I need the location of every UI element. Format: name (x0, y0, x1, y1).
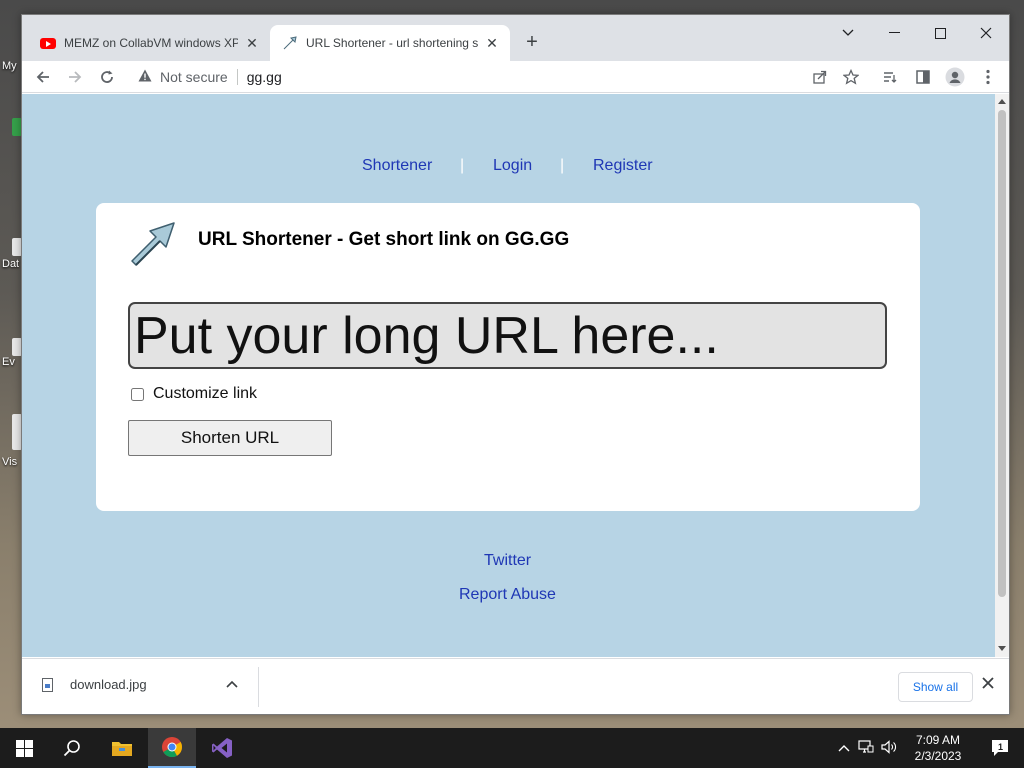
customize-link-checkbox[interactable] (131, 387, 144, 401)
desktop-icon-label[interactable]: My (2, 60, 17, 72)
start-button[interactable] (0, 728, 48, 768)
download-divider (258, 667, 259, 707)
notification-center-icon[interactable]: 1 (976, 728, 1024, 768)
browser-toolbar: Not secure gg.gg (22, 61, 1009, 93)
download-bar: download.jpg Show all (22, 658, 1009, 714)
maximize-button[interactable] (920, 19, 960, 47)
chevron-up-icon[interactable] (226, 677, 238, 691)
warning-icon[interactable] (138, 69, 152, 85)
page-heading: URL Shortener - Get short link on GG.GG (198, 229, 570, 250)
reading-list-icon[interactable] (878, 65, 902, 89)
share-icon[interactable] (808, 65, 832, 89)
chrome-taskbar-icon[interactable] (148, 728, 196, 768)
close-tab-icon[interactable]: ✕ (484, 35, 500, 51)
minimize-button[interactable] (874, 19, 914, 47)
nav-login-link[interactable]: Login (493, 157, 532, 175)
volume-icon[interactable] (881, 739, 897, 757)
browser-window: MEMZ on CollabVM windows XP ✕ URL Shorte… (21, 14, 1010, 715)
close-download-bar-icon[interactable] (982, 676, 994, 694)
bookmark-star-icon[interactable] (839, 65, 863, 89)
file-explorer-icon[interactable] (98, 728, 146, 768)
desktop-icon-label[interactable]: Ev (2, 356, 15, 368)
network-icon[interactable] (858, 739, 874, 757)
customize-link-option[interactable]: Customize link (131, 385, 257, 403)
address-bar[interactable]: Not secure gg.gg (132, 63, 872, 91)
page-scrollbar[interactable] (995, 94, 1009, 657)
tab-title: URL Shortener - url shortening se (306, 36, 478, 50)
new-tab-button[interactable]: + (520, 30, 544, 54)
menu-dots-icon[interactable] (976, 65, 1000, 89)
site-nav: Shortener | Login | Register (22, 157, 995, 179)
security-status[interactable]: Not secure (160, 69, 228, 85)
search-icon[interactable] (48, 728, 96, 768)
nav-shortener-link[interactable]: Shortener (362, 157, 432, 175)
show-all-downloads-button[interactable]: Show all (898, 672, 973, 702)
close-tab-icon[interactable]: ✕ (244, 35, 260, 51)
arrow-icon (282, 35, 298, 51)
desktop-icon-label[interactable]: Vis (2, 456, 17, 468)
chevron-up-icon[interactable] (838, 741, 850, 755)
page-viewport: Shortener | Login | Register URL Shorten… (22, 94, 1009, 657)
taskbar: 7:09 AM 2/3/2023 1 (0, 728, 1024, 768)
tab-search-icon[interactable] (828, 19, 868, 47)
close-window-button[interactable] (966, 19, 1006, 47)
shorten-url-button[interactable]: Shorten URL (128, 420, 332, 456)
youtube-icon (40, 35, 56, 51)
arrow-logo-icon (128, 219, 178, 269)
twitter-link[interactable]: Twitter (484, 552, 531, 570)
reload-button[interactable] (95, 65, 119, 89)
tab-strip: MEMZ on CollabVM windows XP ✕ URL Shorte… (22, 15, 1009, 61)
url-text[interactable]: gg.gg (247, 69, 282, 85)
scroll-up-arrow[interactable] (998, 99, 1006, 104)
clock-date: 2/3/2023 (914, 749, 962, 763)
notification-count: 1 (998, 742, 1004, 752)
visual-studio-icon[interactable] (198, 728, 246, 768)
download-file-name: download.jpg (70, 677, 147, 692)
image-file-icon (42, 677, 53, 692)
tab-url-shortener[interactable]: URL Shortener - url shortening se ✕ (270, 25, 510, 61)
taskbar-clock[interactable]: 7:09 AM 2/3/2023 (900, 732, 976, 764)
side-panel-icon[interactable] (911, 65, 935, 89)
forward-button[interactable] (63, 65, 87, 89)
nav-separator: | (460, 157, 465, 174)
desktop-icon-label[interactable]: Dat (2, 258, 19, 270)
report-abuse-link[interactable]: Report Abuse (459, 586, 556, 604)
nav-register-link[interactable]: Register (593, 157, 653, 175)
profile-avatar-icon[interactable] (943, 65, 967, 89)
download-item[interactable]: download.jpg (42, 677, 147, 692)
customize-link-label: Customize link (153, 385, 258, 402)
shortener-card: URL Shortener - Get short link on GG.GG … (96, 203, 920, 511)
tab-title: MEMZ on CollabVM windows XP (64, 36, 238, 50)
long-url-input[interactable] (128, 302, 887, 369)
omnibox-divider (236, 69, 238, 85)
scrollbar-thumb[interactable] (998, 110, 1006, 597)
back-button[interactable] (31, 65, 55, 89)
clock-time: 7:09 AM (915, 733, 961, 747)
scroll-down-arrow[interactable] (998, 646, 1006, 651)
tab-memz[interactable]: MEMZ on CollabVM windows XP ✕ (28, 25, 270, 61)
system-tray (838, 728, 897, 768)
nav-separator: | (560, 157, 565, 174)
